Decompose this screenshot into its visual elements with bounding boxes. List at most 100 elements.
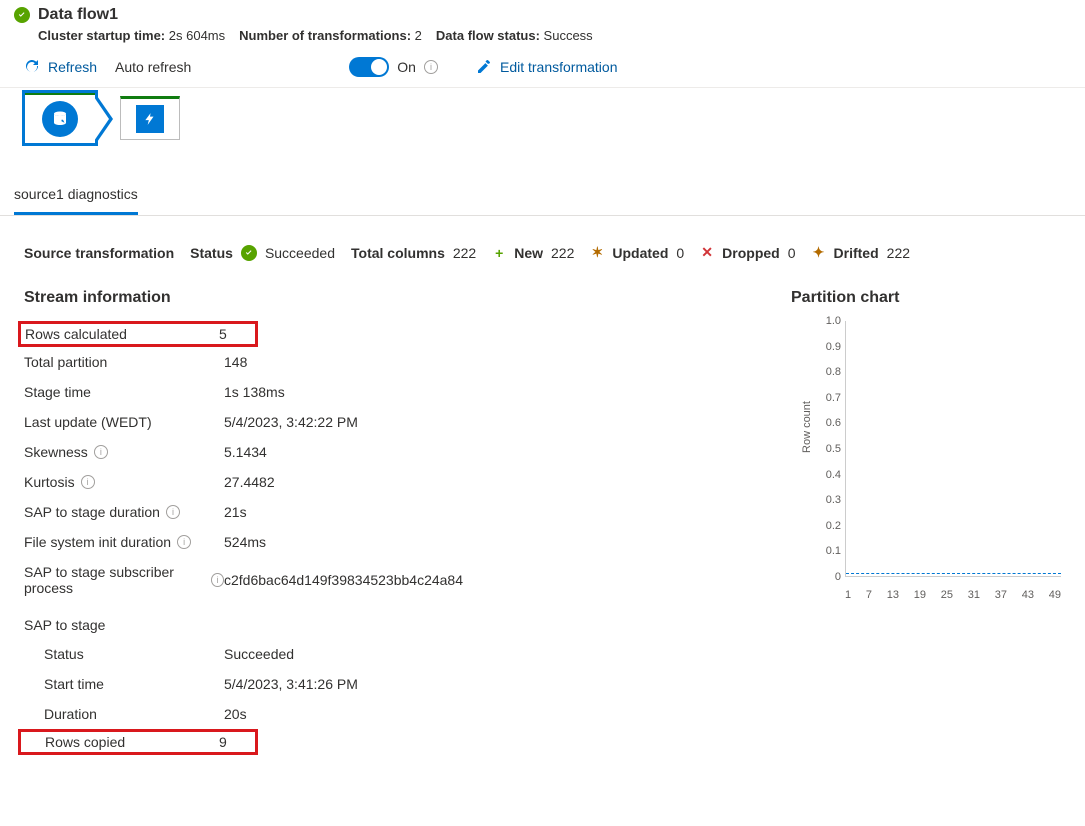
- updated-label: Updated: [612, 245, 668, 261]
- refresh-icon: [24, 59, 40, 75]
- sap-key: Status: [24, 646, 224, 662]
- stream-value: 5/4/2023, 3:42:22 PM: [224, 414, 358, 430]
- sap-to-stage-title: SAP to stage: [24, 603, 751, 639]
- chart-series-line: [846, 573, 1061, 574]
- updated-value: 0: [676, 245, 684, 261]
- source-transformation-label: Source transformation: [24, 245, 174, 261]
- chart-x-tick: 25: [941, 589, 953, 601]
- stream-row: Last update (WEDT)5/4/2023, 3:42:22 PM: [24, 407, 751, 437]
- chart-y-tick: 0.2: [826, 520, 841, 532]
- sap-value: 5/4/2023, 3:41:26 PM: [224, 676, 358, 692]
- info-icon[interactable]: i: [177, 535, 191, 549]
- flow-status-value: Success: [544, 28, 593, 43]
- cluster-startup-label: Cluster startup time:: [38, 28, 165, 43]
- chart-y-tick: 0: [835, 571, 841, 583]
- stream-key: File system init duration: [24, 534, 171, 550]
- chart-y-tick: 1.0: [826, 315, 841, 327]
- status-value: Succeeded: [265, 245, 335, 261]
- partition-chart: Row count 1.00.90.80.70.60.50.40.30.20.1…: [791, 321, 1061, 601]
- sap-value: 20s: [224, 706, 247, 722]
- flow-graph: [0, 88, 1085, 156]
- chart-x-tick: 1: [845, 589, 851, 601]
- status-label: Status: [190, 245, 233, 261]
- sap-key: Rows copied: [25, 734, 219, 750]
- auto-refresh-label: Auto refresh: [115, 59, 191, 75]
- toggle-state-label: On: [397, 59, 416, 75]
- total-columns-label: Total columns: [351, 245, 445, 261]
- info-icon[interactable]: i: [94, 445, 108, 459]
- stream-row: SAP to stage duration i 21s: [24, 497, 751, 527]
- new-label: New: [514, 245, 543, 261]
- chart-y-tick: 0.6: [826, 417, 841, 429]
- chart-y-tick: 0.9: [826, 341, 841, 353]
- sap-value: Succeeded: [224, 646, 294, 662]
- stream-row: Kurtosisi27.4482: [24, 467, 751, 497]
- stream-row: Stage time1s 138ms: [24, 377, 751, 407]
- stream-row: Skewness i 5.1434: [24, 437, 751, 467]
- sink-node[interactable]: [120, 96, 180, 140]
- info-icon[interactable]: i: [211, 573, 224, 587]
- stream-key: Rows calculated: [25, 326, 127, 342]
- database-icon: [42, 101, 78, 137]
- stream-row: Total partition 148: [24, 347, 751, 377]
- refresh-button[interactable]: Refresh: [24, 59, 97, 75]
- transforms-value: 2: [415, 28, 422, 43]
- stream-value: 524ms: [224, 534, 266, 550]
- stream-row: File system init duration i 524ms: [24, 527, 751, 557]
- stream-key: SAP to stage duration: [24, 504, 160, 520]
- chart-y-tick: 0.1: [826, 545, 841, 557]
- refresh-label: Refresh: [48, 59, 97, 75]
- chart-y-tick: 0.3: [826, 494, 841, 506]
- chart-y-tick: 0.8: [826, 366, 841, 378]
- stream-value: 21s: [224, 504, 247, 520]
- edit-label: Edit transformation: [500, 59, 618, 75]
- total-columns-value: 222: [453, 245, 476, 261]
- success-check-icon: [14, 7, 30, 23]
- stream-value: 5.1434: [224, 444, 267, 460]
- stream-row: SAP to stage subscriber process ic2fd6bac…: [24, 557, 751, 603]
- chart-x-tick: 37: [995, 589, 1007, 601]
- drifted-value: 222: [887, 245, 910, 261]
- sap-row: StatusSucceeded: [24, 639, 751, 669]
- transforms-label: Number of transformations:: [239, 28, 411, 43]
- chart-x-tick: 13: [887, 589, 899, 601]
- header-meta: Cluster startup time: 2s 604ms Number of…: [38, 28, 1071, 43]
- chart-x-tick: 49: [1049, 589, 1061, 601]
- cluster-startup-value: 2s 604ms: [169, 28, 225, 43]
- page-title: Data flow1: [38, 6, 118, 24]
- stream-value: c2fd6bac64d149f39834523bb4c24a84: [224, 572, 463, 588]
- sap-row: Start time5/4/2023, 3:41:26 PM: [24, 669, 751, 699]
- info-icon[interactable]: i: [81, 475, 95, 489]
- tab-source1-diagnostics[interactable]: source1 diagnostics: [14, 186, 138, 215]
- sap-row: Duration20s: [24, 699, 751, 729]
- chart-x-tick: 7: [866, 589, 872, 601]
- chart-y-tick: 0.4: [826, 469, 841, 481]
- status-check-icon: [241, 245, 257, 261]
- dropped-label: Dropped: [722, 245, 780, 261]
- drift-icon: ✦: [812, 244, 826, 261]
- stream-value: 5: [219, 326, 227, 342]
- chart-y-tick: 0.7: [826, 392, 841, 404]
- stream-row: Rows calculated 5: [18, 321, 258, 347]
- flow-status-label: Data flow status:: [436, 28, 540, 43]
- info-icon[interactable]: i: [166, 505, 180, 519]
- plus-icon: +: [492, 245, 506, 261]
- star-icon: ✶: [590, 244, 604, 261]
- sap-value: 9: [219, 734, 227, 750]
- chart-y-tick: 0.5: [826, 443, 841, 455]
- stream-key: Skewness: [24, 444, 88, 460]
- sap-key: Start time: [24, 676, 224, 692]
- auto-refresh-toggle[interactable]: [349, 57, 389, 77]
- stream-key: Kurtosis: [24, 474, 75, 490]
- dropped-value: 0: [788, 245, 796, 261]
- sap-key: Duration: [24, 706, 224, 722]
- stream-key: Total partition: [24, 354, 107, 370]
- pencil-icon: [476, 59, 492, 75]
- drifted-label: Drifted: [834, 245, 879, 261]
- stream-key: SAP to stage subscriber process: [24, 564, 205, 596]
- source-node[interactable]: [24, 92, 96, 144]
- info-icon[interactable]: i: [424, 60, 438, 74]
- stream-value: 148: [224, 354, 247, 370]
- edit-transformation-button[interactable]: Edit transformation: [476, 59, 618, 75]
- cross-icon: ✕: [700, 244, 714, 261]
